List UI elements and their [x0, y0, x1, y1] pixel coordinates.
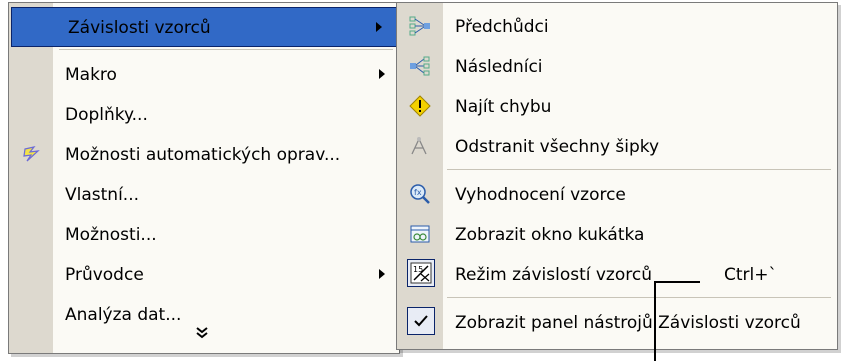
autocorrect-lightning-icon [23, 146, 40, 162]
evaluate-formula-icon: fx [410, 184, 430, 204]
menu-item-shortcut: Ctrl+` [724, 265, 777, 285]
trace-error-icon [409, 95, 431, 117]
menu-item-label: Doplňky... [65, 105, 148, 125]
menu-item-label: Odstranit všechny šipky [455, 137, 660, 157]
menu-item-label: Režim závislostí vzorců [455, 265, 652, 285]
menu-item-doplnky[interactable]: Doplňky... [9, 95, 399, 133]
callout-line [654, 281, 656, 361]
menu-item-label: Makro [65, 65, 117, 85]
menu-item-label: Závislosti vzorců [68, 18, 211, 38]
menu-item-vlastni[interactable]: Vlastní... [9, 175, 399, 213]
submenu-arrow-icon [376, 22, 382, 32]
menu-separator [447, 297, 831, 298]
menu-item-label: Zobrazit panel nástrojů Závislosti vzorc… [455, 313, 801, 333]
menu-separator [447, 169, 831, 170]
menu-item-label: Předchůdci [455, 17, 549, 37]
menu-item-label: Vlastní... [65, 185, 140, 205]
menu-item-zavislosti-vzorcu[interactable]: Závislosti vzorců [11, 7, 397, 47]
formula-auditing-submenu: Předchůdci Následníci Najít chybu Odstra… [396, 2, 838, 350]
menu-item-pruvodce[interactable]: Průvodce [9, 255, 399, 293]
menu-item-naslednici[interactable]: Následníci [397, 47, 837, 85]
menu-item-odstranit-vsechny-sipky[interactable]: Odstranit všechny šipky [397, 127, 837, 165]
submenu-arrow-icon [379, 269, 385, 279]
checkmark-icon [414, 315, 428, 327]
remove-arrows-icon [411, 137, 427, 155]
submenu-arrow-icon [379, 69, 385, 79]
menu-item-label: Najít chybu [455, 97, 552, 117]
menu-item-rezim-zavislosti-vzorcu[interactable]: 15 Režim závislostí vzorců Ctrl+` [397, 255, 837, 293]
menu-item-makro[interactable]: Makro [9, 55, 399, 93]
formula-auditing-mode-icon: 15 [410, 262, 432, 284]
svg-text:fx: fx [414, 188, 422, 197]
trace-dependents-icon [410, 56, 430, 76]
expand-menu-chevron-icon[interactable] [195, 327, 209, 343]
menu-item-label: Možnosti automatických oprav... [65, 145, 341, 165]
watch-window-icon [410, 225, 430, 243]
menu-item-predchudci[interactable]: Předchůdci [397, 7, 837, 45]
trace-precedents-icon [409, 16, 430, 36]
menu-item-label: Vyhodnocení vzorce [455, 185, 626, 205]
menu-item-label: Průvodce [65, 265, 144, 285]
menu-item-label: Zobrazit okno kukátka [455, 225, 645, 245]
menu-item-moznosti-automatickych-oprav[interactable]: Možnosti automatických oprav... [9, 135, 399, 173]
menu-separator [59, 49, 393, 50]
menu-item-zobrazit-panel-nastroju[interactable]: Zobrazit panel nástrojů Závislosti vzorc… [397, 303, 837, 341]
menu-item-moznosti[interactable]: Možnosti... [9, 215, 399, 253]
menu-item-vyhodnoceni-vzorce[interactable]: fx Vyhodnocení vzorce [397, 175, 837, 213]
menu-item-najit-chybu[interactable]: Najít chybu [397, 87, 837, 125]
callout-line [654, 281, 700, 283]
menu-item-label: Následníci [455, 57, 543, 77]
menu-item-label: Analýza dat... [65, 305, 182, 325]
menu-item-zobrazit-okno-kukatka[interactable]: Zobrazit okno kukátka [397, 215, 837, 253]
tools-menu: Závislosti vzorců Makro Doplňky... Možno… [8, 2, 400, 354]
menu-item-label: Možnosti... [65, 225, 157, 245]
